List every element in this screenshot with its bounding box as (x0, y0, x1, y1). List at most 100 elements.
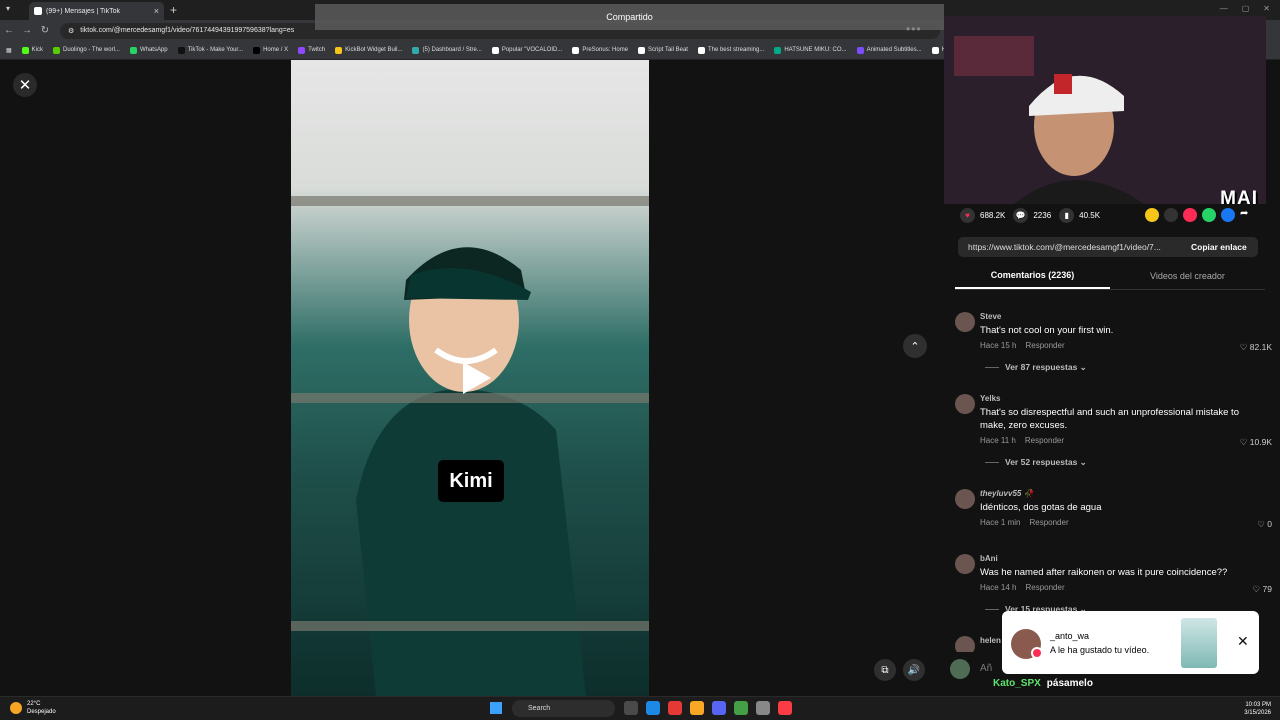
volume-icon[interactable]: 🔊 (903, 659, 925, 681)
bookmark-item[interactable]: Kick (21, 46, 43, 54)
taskbar-search[interactable]: Search (512, 700, 615, 717)
settings-icon[interactable] (756, 701, 770, 715)
view-replies[interactable]: Ver 52 respuestas ⌄ (985, 457, 1087, 468)
bookmark-item[interactable]: TikTok - Make Your... (177, 46, 243, 54)
maximize-icon[interactable]: ▢ (1242, 4, 1250, 13)
tab-creator-videos[interactable]: Videos del creador (1110, 262, 1265, 289)
bookmark-item[interactable]: Script Tail Beat (638, 46, 688, 54)
previous-video-button[interactable]: ⌃ (903, 334, 927, 358)
video-thumbnail[interactable] (1181, 618, 1217, 668)
bookmark-favicon-icon (774, 46, 782, 54)
close-notification-icon[interactable]: ✕ (1237, 633, 1249, 650)
avatar[interactable] (955, 636, 975, 652)
task-view-icon[interactable] (624, 701, 638, 715)
avatar[interactable] (955, 489, 975, 509)
bookmark-item[interactable]: The best streaming... (697, 46, 764, 54)
whatsapp-icon[interactable] (1202, 208, 1216, 222)
apps-icon[interactable]: ▦ (6, 47, 12, 54)
back-icon[interactable]: ← (0, 25, 18, 36)
windows-start-icon[interactable] (490, 702, 502, 714)
bookmark-item[interactable]: (5) Dashboard / Stre... (412, 46, 482, 54)
system-clock[interactable]: 10:03 PM 3/15/2026 (1244, 701, 1271, 717)
comment-like-count: 10.9K (1249, 437, 1272, 447)
app-icon[interactable] (668, 701, 682, 715)
reply-button[interactable]: Responder (1025, 341, 1064, 350)
share-arrow-icon[interactable]: ➦ (1240, 208, 1254, 222)
bookmark-item[interactable]: Duolingo - The worl... (53, 46, 120, 54)
comment-like[interactable]: ♡ 0 (1257, 519, 1272, 530)
comment-like[interactable]: ♡ 79 (1253, 584, 1272, 595)
bookmark-item[interactable]: Home / X (253, 46, 289, 54)
comment-like[interactable]: ♡ 10.9K (1240, 437, 1272, 448)
tab-search-icon[interactable]: ▾ (6, 4, 10, 13)
notification-toast[interactable]: _anto_wa A le ha gustado tu vídeo. ✕ (1002, 611, 1259, 674)
bookmark-item[interactable]: Twitch (298, 46, 325, 54)
bookmark-item[interactable]: Animated Subtitles... (856, 46, 922, 54)
bookmark-item[interactable]: PreSonus: Home (572, 46, 628, 54)
comment-username[interactable]: theyluvv55 🥀 (980, 489, 1034, 498)
embed-icon[interactable] (1164, 208, 1178, 222)
site-info-icon[interactable]: ⚙ (68, 27, 74, 35)
reply-button[interactable]: Responder (1025, 436, 1064, 445)
play-icon[interactable] (455, 358, 495, 398)
temperature: 22°C (27, 701, 41, 707)
new-tab-icon[interactable]: + (170, 3, 177, 17)
view-replies-label: Ver 52 respuestas (1005, 457, 1078, 467)
save-stat[interactable]: ▮ 40.5K (1059, 208, 1100, 223)
comment-like[interactable]: ♡ 82.1K (1240, 342, 1272, 353)
comment-like-count: 82.1K (1249, 342, 1272, 352)
reload-icon[interactable]: ↻ (36, 25, 54, 36)
comment-item: Yelks That's so disrespectful and such a… (955, 394, 1275, 469)
avatar[interactable] (955, 394, 975, 414)
tab-comments[interactable]: Comentarios (2236) (955, 262, 1110, 289)
share-url[interactable]: https://www.tiktok.com/@mercedesamgf1/vi… (968, 242, 1183, 252)
comment-username[interactable]: Yelks (980, 394, 1000, 403)
comment-username[interactable]: helen (980, 636, 1001, 645)
avatar[interactable] (955, 312, 975, 332)
like-stat[interactable]: ♥ 688.2K (960, 208, 1005, 223)
view-replies[interactable]: Ver 87 respuestas ⌄ (985, 362, 1087, 373)
comment-meta: Hace 1 min Responder (980, 518, 1078, 527)
minimize-icon[interactable]: — (1220, 4, 1228, 13)
copy-link-button[interactable]: Copiar enlace (1191, 242, 1247, 252)
bookmark-item[interactable]: HATSUNE MIKU: CO... (774, 46, 847, 54)
bookmark-item[interactable]: KickBot Widget Buil... (335, 46, 402, 54)
clock-time: 10:03 PM (1245, 702, 1271, 708)
bookmark-label: Script Tail Beat (648, 47, 688, 53)
send-icon[interactable] (1183, 208, 1197, 222)
coin-icon[interactable] (1145, 208, 1159, 222)
reply-button[interactable]: Responder (1029, 518, 1068, 527)
bookmark-label: WhatsApp (139, 47, 168, 53)
comment-input[interactable]: Añ (980, 663, 992, 674)
close-tab-icon[interactable]: × (154, 6, 159, 16)
weather-widget[interactable]: 22°C Despejado (10, 700, 56, 716)
bookmark-item[interactable]: WhatsApp (129, 46, 168, 54)
like-count: 688.2K (980, 211, 1006, 220)
pip-icon[interactable]: ⧉ (874, 659, 896, 681)
facebook-icon[interactable] (1221, 208, 1235, 222)
chrome-icon[interactable] (734, 701, 748, 715)
window-close-icon[interactable]: ✕ (1263, 4, 1270, 13)
comment-stat[interactable]: 💬 2236 (1013, 208, 1051, 223)
avatar[interactable] (955, 554, 975, 574)
forward-icon[interactable]: → (18, 25, 36, 36)
reply-button[interactable]: Responder (1025, 583, 1064, 592)
file-explorer-icon[interactable] (690, 701, 704, 715)
bookmark-label: Home / X (263, 47, 289, 53)
engagement-stats: ♥ 688.2K 💬 2236 ▮ 40.5K (960, 208, 1100, 223)
comment-icon: 💬 (1013, 208, 1029, 223)
video-player[interactable]: Kimi (291, 60, 649, 696)
bookmark-favicon-icon (21, 46, 29, 54)
music-icon[interactable] (778, 701, 792, 715)
close-video-button[interactable]: ✕ (13, 73, 37, 97)
bookmark-favicon-icon (335, 46, 343, 54)
more-dots-icon[interactable]: ••• (906, 22, 922, 36)
browser-tab[interactable]: (99+) Mensajes | TikTok × (29, 2, 164, 20)
store-icon[interactable] (646, 701, 660, 715)
bookmark-label: Popular "VOCALOID... (501, 47, 563, 53)
url-text: tiktok.com/@mercedesamgf1/video/76174494… (80, 27, 295, 34)
bookmark-item[interactable]: Popular "VOCALOID... (491, 46, 563, 54)
comment-username[interactable]: Steve (980, 312, 1001, 321)
comment-username[interactable]: bAni (980, 554, 998, 563)
discord-icon[interactable] (712, 701, 726, 715)
